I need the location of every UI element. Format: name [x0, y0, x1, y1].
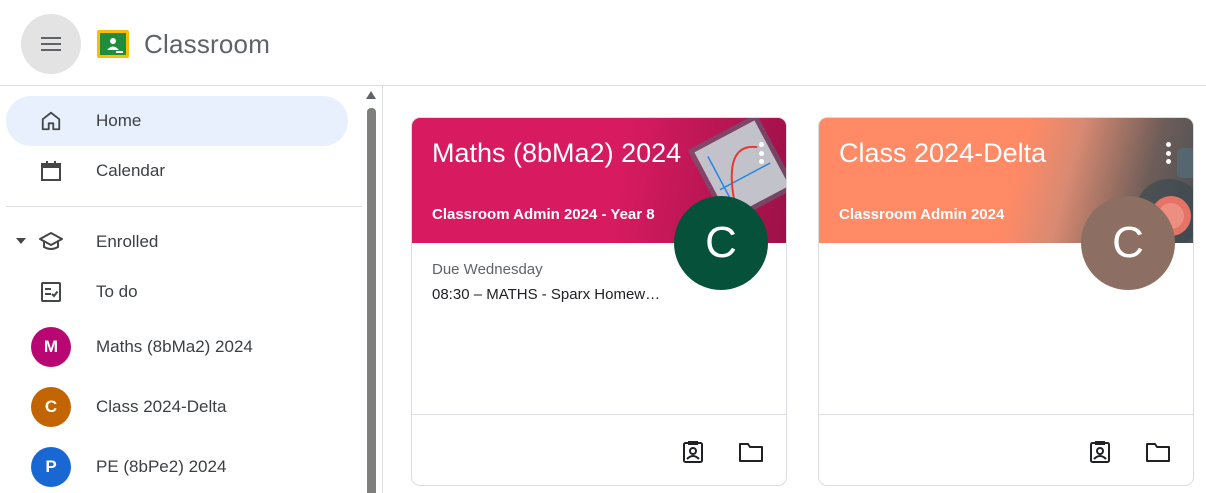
portfolio-icon[interactable] — [680, 439, 706, 465]
sidebar-item-calendar[interactable]: Calendar — [6, 146, 348, 196]
class-card[interactable]: Class 2024-Delta Classroom Admin 2024 C — [818, 117, 1194, 486]
app-title[interactable]: Classroom — [144, 29, 270, 60]
sidebar-item-class[interactable]: M Maths (8bMa2) 2024 — [6, 322, 348, 372]
card-section: Classroom Admin 2024 — [839, 206, 1005, 223]
hamburger-menu-icon — [41, 37, 61, 51]
sidebar-item-label: Home — [96, 111, 142, 130]
sidebar-item-home[interactable]: Home — [6, 96, 348, 146]
class-avatar: P — [31, 447, 71, 487]
sidebar-nav: Home Calendar Enrolled To do M Maths (8b… — [0, 86, 362, 493]
app-header: Classroom — [0, 0, 1206, 86]
sidebar-item-label: Enrolled — [96, 232, 159, 251]
folder-icon[interactable] — [1145, 439, 1171, 465]
main-menu-button[interactable] — [21, 14, 81, 74]
graduation-cap-icon — [36, 227, 66, 257]
teacher-avatar[interactable]: C — [1081, 196, 1175, 290]
sidebar-item-label: Class 2024-Delta — [96, 397, 227, 416]
card-due-section: Due Wednesday 08:30 – MATHS - Sparx Home… — [432, 261, 660, 303]
teacher-avatar[interactable]: C — [674, 196, 768, 290]
more-options-icon[interactable] — [1165, 142, 1171, 164]
folder-icon[interactable] — [738, 439, 764, 465]
sidebar-item-class[interactable]: P PE (8bPe2) 2024 — [6, 442, 348, 492]
due-assignment-link[interactable]: 08:30 – MATHS - Sparx Homew… — [432, 286, 660, 303]
classroom-logo-icon[interactable] — [97, 30, 129, 58]
card-footer — [819, 414, 1193, 485]
sidebar-item-label: PE (8bPe2) 2024 — [96, 457, 227, 476]
sidebar-item-class[interactable]: C Class 2024-Delta — [6, 382, 348, 432]
sidebar-item-enrolled[interactable]: Enrolled — [6, 217, 348, 267]
sidebar-item-label: Calendar — [96, 161, 165, 180]
sidebar-divider — [6, 206, 362, 207]
scrollbar-thumb[interactable] — [367, 108, 376, 493]
caret-down-icon[interactable] — [16, 238, 26, 244]
scroll-up-arrow-icon[interactable] — [366, 91, 376, 99]
card-section: Classroom Admin 2024 - Year 8 — [432, 206, 655, 223]
sidebar-scrollbar[interactable] — [362, 86, 382, 493]
sidebar-item-todo[interactable]: To do — [6, 267, 348, 317]
home-icon — [36, 106, 66, 136]
class-card[interactable]: Maths (8bMa2) 2024 Classroom Admin 2024 … — [411, 117, 787, 486]
todo-icon — [36, 277, 66, 307]
portfolio-icon[interactable] — [1087, 439, 1113, 465]
class-avatar: C — [31, 387, 71, 427]
calendar-icon — [36, 156, 66, 186]
due-label: Due Wednesday — [432, 261, 543, 278]
card-footer — [412, 414, 786, 485]
more-options-icon[interactable] — [758, 142, 764, 164]
sidebar-item-label: Maths (8bMa2) 2024 — [96, 337, 253, 356]
class-avatar: M — [31, 327, 71, 367]
card-title[interactable]: Maths (8bMa2) 2024 — [432, 138, 681, 169]
main-divider — [382, 86, 383, 493]
card-title[interactable]: Class 2024-Delta — [839, 138, 1046, 169]
sidebar-item-label: To do — [96, 282, 138, 301]
